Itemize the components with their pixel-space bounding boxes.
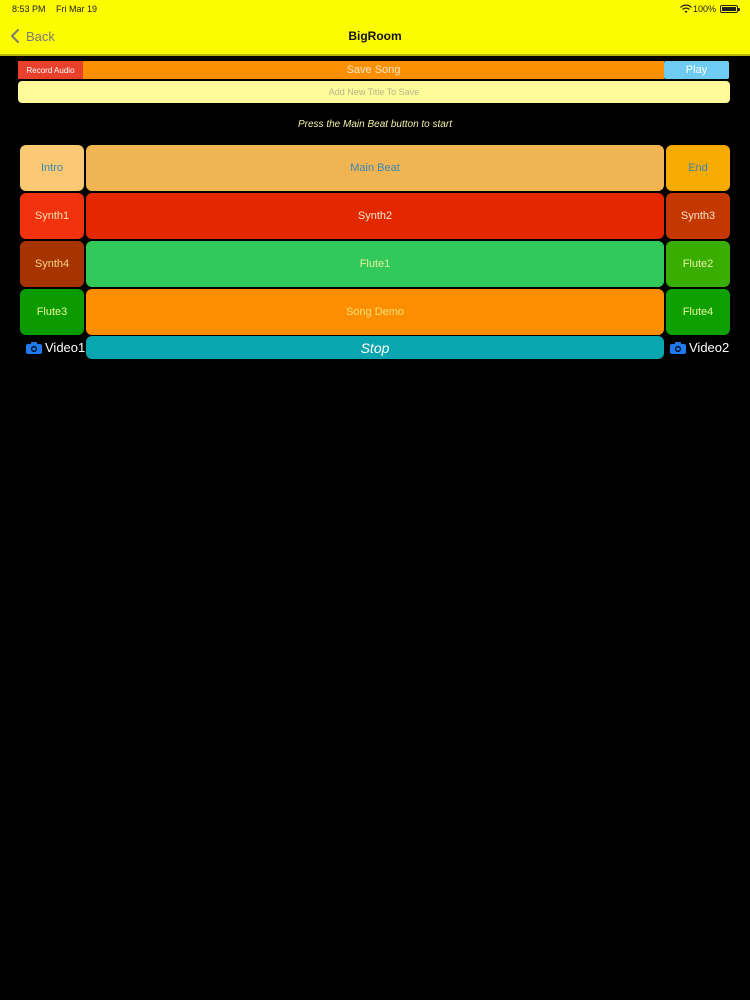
song-title-input[interactable] bbox=[18, 81, 730, 103]
video1-label: Video1 bbox=[45, 340, 86, 355]
camera-icon bbox=[670, 341, 686, 354]
app-screen: 8:53 PM Fri Mar 19 100% Back BigRoom Rec… bbox=[0, 0, 750, 1000]
stop-button[interactable]: Stop bbox=[86, 336, 664, 359]
synth4-pad[interactable]: Synth4 bbox=[20, 241, 84, 287]
intro-pad[interactable]: Intro bbox=[20, 145, 84, 191]
flute3-pad[interactable]: Flute3 bbox=[20, 289, 84, 335]
end-pad[interactable]: End bbox=[666, 145, 730, 191]
synth2-pad[interactable]: Synth2 bbox=[86, 193, 664, 239]
flute2-pad[interactable]: Flute2 bbox=[666, 241, 730, 287]
play-button[interactable]: Play bbox=[664, 61, 729, 79]
battery-icon bbox=[720, 5, 740, 13]
status-date: Fri Mar 19 bbox=[56, 4, 98, 14]
song-controls: Record Audio Save Song Play bbox=[18, 61, 729, 79]
battery-percent: 100% bbox=[692, 4, 716, 14]
flute4-pad[interactable]: Flute4 bbox=[666, 289, 730, 335]
status-time: 8:53 PM bbox=[12, 4, 46, 14]
save-song-button[interactable]: Save Song bbox=[83, 61, 664, 79]
video2-button[interactable]: Video2 bbox=[670, 340, 729, 355]
navigation-bar: 8:53 PM Fri Mar 19 100% Back BigRoom bbox=[0, 0, 750, 56]
song-demo-pad[interactable]: Song Demo bbox=[86, 289, 664, 335]
flute1-pad[interactable]: Flute1 bbox=[86, 241, 664, 287]
video2-label: Video2 bbox=[689, 340, 730, 355]
start-hint: Press the Main Beat button to start bbox=[298, 119, 452, 130]
wifi-icon bbox=[680, 4, 692, 13]
synth3-pad[interactable]: Synth3 bbox=[666, 193, 730, 239]
camera-icon bbox=[26, 341, 42, 354]
main-beat-pad[interactable]: Main Beat bbox=[86, 145, 664, 191]
page-title: BigRoom bbox=[348, 29, 402, 43]
record-audio-button[interactable]: Record Audio bbox=[18, 61, 83, 79]
video1-button[interactable]: Video1 bbox=[26, 340, 85, 355]
synth1-pad[interactable]: Synth1 bbox=[20, 193, 84, 239]
